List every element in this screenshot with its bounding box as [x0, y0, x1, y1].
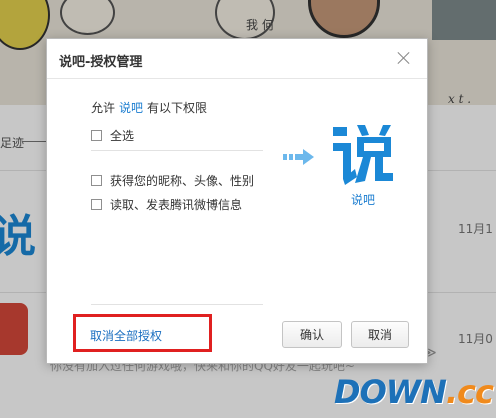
permission-profile-checkbox[interactable]: 获得您的昵称、头像、性别: [91, 172, 254, 189]
checkbox-label: 全选: [110, 129, 135, 143]
app-name-label: 说吧: [350, 193, 375, 207]
watermark-main: DOWN: [334, 373, 447, 411]
revoke-highlight-box: 取消全部授权: [73, 314, 212, 352]
authorization-dialog: 说吧-授权管理 允许 说吧 有以下权限 全选 获得您的昵称、头像、性别 读取、发表腾…: [46, 38, 428, 364]
close-icon[interactable]: [395, 49, 413, 67]
checkbox-label: 读取、发表腾讯微博信息: [110, 198, 243, 212]
checkbox-box[interactable]: [91, 199, 102, 210]
permission-intro-suffix: 有以下权限: [147, 101, 208, 115]
confirm-button[interactable]: 确认: [282, 321, 342, 348]
permission-divider: [91, 150, 263, 151]
shuoba-logo-icon: [333, 125, 393, 185]
dialog-title: 说吧-授权管理: [59, 55, 143, 70]
revoke-all-link[interactable]: 取消全部授权: [90, 327, 162, 344]
arrow-right-icon: [283, 149, 314, 165]
watermark-accent: .cc: [445, 373, 494, 411]
cancel-button[interactable]: 取消: [351, 321, 409, 348]
permission-intro: 允许 说吧 有以下权限: [91, 99, 207, 116]
permission-weibo-checkbox[interactable]: 读取、发表腾讯微博信息: [91, 196, 242, 213]
site-watermark: DOWN .cc: [334, 372, 494, 412]
dialog-header: 说吧-授权管理: [47, 39, 427, 79]
checkbox-box[interactable]: [91, 130, 102, 141]
checkbox-box[interactable]: [91, 175, 102, 186]
permission-intro-prefix: 允许: [91, 101, 116, 115]
checkbox-label: 获得您的昵称、头像、性别: [110, 174, 255, 188]
permission-divider: [91, 304, 263, 305]
select-all-checkbox[interactable]: 全选: [91, 127, 134, 144]
app-name-link[interactable]: 说吧: [119, 101, 143, 115]
